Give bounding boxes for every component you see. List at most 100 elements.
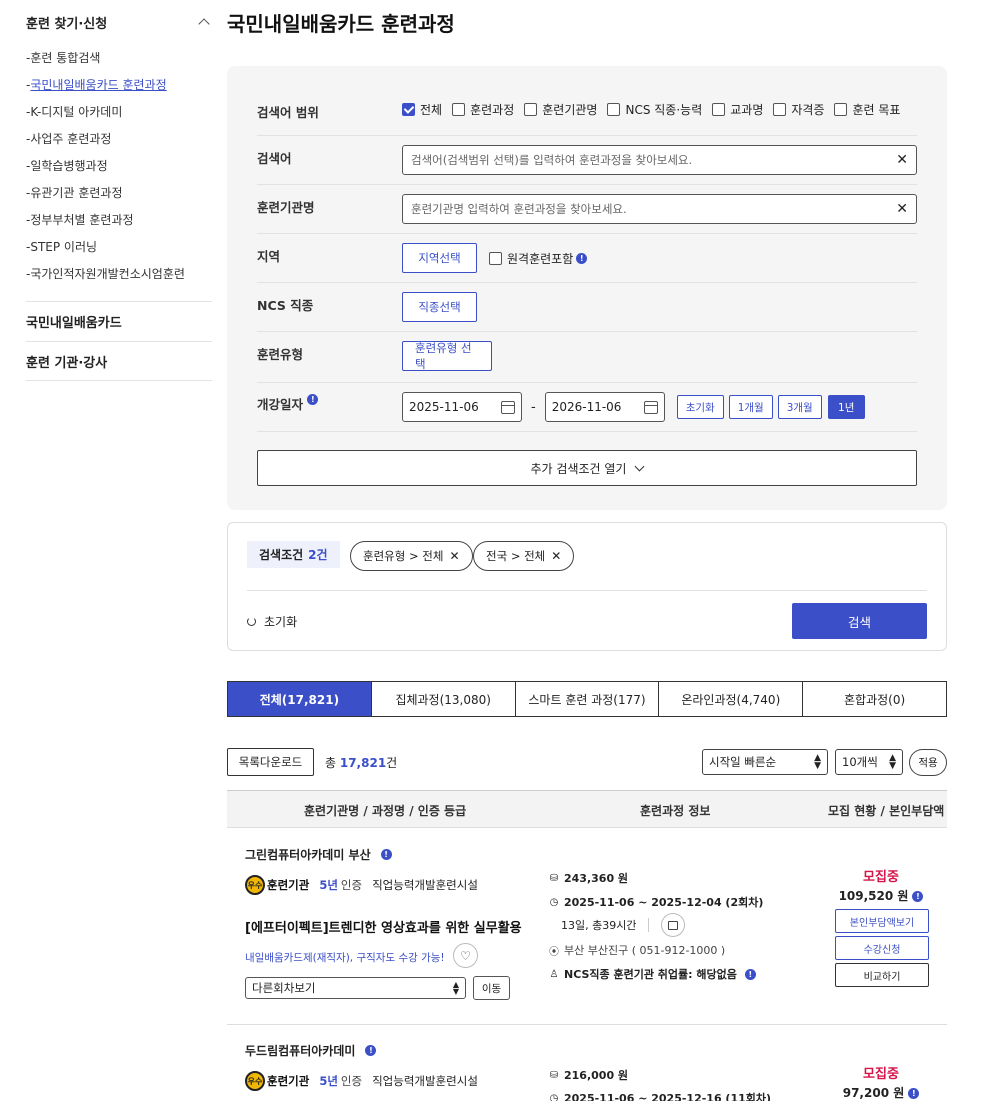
- filter-panel: 검색어 범위 전체 훈련과정 훈련기관명 NCS 직종·능력 교과명 자격증 훈…: [227, 66, 947, 510]
- course-item: 두드림컴퓨터아카데미! 우수 훈련기관 5년 인증 직업능력개발훈련시설 ⛁ 21…: [227, 1025, 947, 1101]
- info-icon[interactable]: !: [744, 968, 756, 980]
- updown-icon: ▲ ▼: [889, 753, 896, 771]
- institution-label: 두드림컴퓨터아카데미: [245, 1044, 356, 1058]
- info-icon[interactable]: !: [576, 252, 588, 264]
- date-from-input[interactable]: 2025-11-06: [402, 392, 522, 422]
- tab-smart[interactable]: 스마트 훈련 과정(177): [516, 682, 660, 716]
- region-select-button[interactable]: 지역선택: [402, 243, 477, 273]
- type-select-button[interactable]: 훈련유형 선택: [402, 341, 492, 371]
- certification-badge: 우수 훈련기관 5년 인증 직업능력개발훈련시설: [245, 875, 478, 895]
- filter-row-scope: 검색어 범위 전체 훈련과정 훈련기관명 NCS 직종·능력 교과명 자격증 훈…: [257, 66, 917, 136]
- institution-input[interactable]: 훈련기관명 입력하여 훈련과정을 찾아보세요. ✕: [402, 194, 917, 224]
- sidebar-item-integrated-search[interactable]: - 훈련 통합검색: [26, 44, 212, 71]
- more-conditions-button[interactable]: 추가 검색조건 열기: [257, 450, 917, 486]
- person-icon: ♙: [549, 968, 559, 980]
- scope-checkbox-course[interactable]: 훈련과정: [452, 101, 514, 118]
- ncs-select-button[interactable]: 직종선택: [402, 292, 477, 322]
- total-prefix: 총: [325, 756, 340, 770]
- updown-icon: ▲ ▼: [814, 753, 821, 771]
- sidebar-item-work-study[interactable]: - 일학습병행과정: [26, 152, 212, 179]
- period-1month-button[interactable]: 1개월: [728, 395, 773, 419]
- scope-checkbox-license[interactable]: 자격증: [773, 101, 824, 118]
- calendar-button[interactable]: [661, 913, 686, 937]
- course-title[interactable]: [에프터이펙트]트렌디한 영상효과를 위한 실무활용: [245, 917, 522, 936]
- filter-row-institution: 훈련기관명 훈련기관명 입력하여 훈련과정을 찾아보세요. ✕: [257, 185, 917, 234]
- info-icon[interactable]: !: [380, 849, 392, 860]
- sidebar-section-find-training[interactable]: 훈련 찾기·신청: [26, 0, 212, 44]
- region-controls: 지역선택 원격훈련포함!: [402, 243, 597, 273]
- clock-icon: ◷: [549, 896, 559, 908]
- sidebar-item-consortium[interactable]: - 국가인적자원개발컨소시엄훈련: [26, 260, 212, 287]
- close-icon[interactable]: ✕: [449, 549, 459, 563]
- period-3month-button[interactable]: 3개월: [777, 395, 822, 419]
- checkbox-icon: [712, 103, 726, 116]
- sidebar-item-related-agency[interactable]: - 유관기관 훈련과정: [26, 179, 212, 206]
- condition-chip-type[interactable]: 훈련유형 > 전체 ✕: [350, 541, 473, 571]
- period-reset-button[interactable]: 초기화: [676, 395, 724, 419]
- scope-options: 전체 훈련과정 훈련기관명 NCS 직종·능력 교과명 자격증 훈련 목표: [402, 101, 910, 118]
- recruit-status: 모집중 97,200 원!: [826, 1063, 936, 1101]
- conditions-label: 검색조건 2건: [247, 541, 340, 568]
- tab-all[interactable]: 전체(17,821): [228, 682, 372, 716]
- info-icon[interactable]: !: [908, 1088, 920, 1099]
- sort-value: 시작일 빠른순: [709, 755, 777, 769]
- scope-checkbox-goal[interactable]: 훈련 목표: [834, 101, 900, 118]
- tab-classroom[interactable]: 집체과정(13,080): [372, 682, 516, 716]
- sort-select[interactable]: 시작일 빠른순 ▲ ▼: [702, 749, 828, 775]
- close-icon[interactable]: ✕: [896, 152, 908, 168]
- info-icon[interactable]: !: [307, 394, 319, 405]
- remote-checkbox[interactable]: 원격훈련포함!: [489, 250, 588, 267]
- heart-icon[interactable]: ♡: [453, 943, 478, 968]
- tab-online[interactable]: 온라인과정(4,740): [659, 682, 804, 716]
- info-icon[interactable]: !: [365, 1045, 377, 1056]
- sidebar-section-card[interactable]: 국민내일배움카드: [26, 301, 212, 341]
- badge-tag: 훈련기관: [267, 1074, 310, 1088]
- scope-checkbox-institution[interactable]: 훈련기관명: [524, 101, 597, 118]
- calendar-icon[interactable]: [501, 400, 515, 414]
- course-period: ◷ 2025-11-06 ~ 2025-12-16 (11회차): [548, 1090, 771, 1101]
- sidebar-item-label: 일학습병행과정: [30, 159, 108, 173]
- reset-button[interactable]: 초기화: [247, 613, 297, 630]
- calendar-icon[interactable]: [643, 400, 658, 414]
- page-size-select[interactable]: 10개씩 ▲ ▼: [835, 749, 903, 775]
- date-to-input[interactable]: 2026-11-06: [544, 392, 665, 422]
- sidebar-item-label: 국민내일배움카드 훈련과정: [30, 78, 167, 92]
- apply-button[interactable]: 적용: [909, 749, 947, 776]
- status-badge: 모집중: [863, 870, 899, 885]
- checkbox-icon: [607, 103, 621, 116]
- tab-blended[interactable]: 혼합과정(0): [803, 682, 946, 716]
- location-icon: ⦿: [549, 946, 559, 958]
- search-button[interactable]: 검색: [792, 603, 927, 639]
- institution-name[interactable]: 두드림컴퓨터아카데미!: [245, 1042, 377, 1059]
- scope-checkbox-subject[interactable]: 교과명: [712, 101, 763, 118]
- enroll-button[interactable]: 수강신청: [835, 936, 929, 960]
- move-button[interactable]: 이동: [473, 976, 510, 1000]
- days-value: 13일, 총39시간: [561, 919, 637, 932]
- round-select-value: 다른회차보기: [252, 981, 316, 995]
- sidebar-item-k-digital[interactable]: - K-디지털 아카데미: [26, 98, 212, 125]
- chevron-down-icon: [635, 461, 645, 471]
- download-list-button[interactable]: 목록다운로드: [227, 748, 314, 776]
- status-badge: 모집중: [863, 1067, 899, 1082]
- close-icon[interactable]: ✕: [896, 201, 908, 217]
- sidebar-section-institutions[interactable]: 훈련 기관·강사: [26, 341, 212, 381]
- filter-label: 검색어: [257, 151, 292, 166]
- sidebar-item-card-courses[interactable]: - 국민내일배움카드 훈련과정: [26, 71, 212, 98]
- round-select[interactable]: 다른회차보기 ▲ ▼: [245, 977, 466, 999]
- sidebar-list: - 훈련 통합검색 - 국민내일배움카드 훈련과정 - K-디지털 아카데미 - 사업주…: [26, 44, 212, 301]
- scope-checkbox-ncs[interactable]: NCS 직종·능력: [607, 101, 702, 118]
- close-icon[interactable]: ✕: [551, 549, 561, 563]
- date-value: 2025-11-06: [409, 400, 479, 414]
- period-1year-button[interactable]: 1년: [827, 395, 865, 419]
- chip-label: 훈련유형 > 전체: [363, 549, 444, 563]
- sidebar-item-ministry[interactable]: - 정부부처별 훈련과정: [26, 206, 212, 233]
- compare-button[interactable]: 비교하기: [835, 963, 929, 987]
- info-icon[interactable]: !: [912, 891, 924, 902]
- sidebar-item-step[interactable]: - STEP 이러닝: [26, 233, 212, 260]
- condition-chip-region[interactable]: 전국 > 전체 ✕: [473, 541, 575, 571]
- sidebar-item-employer[interactable]: - 사업주 훈련과정: [26, 125, 212, 152]
- self-pay-view-button[interactable]: 본인부담액보기: [835, 909, 929, 933]
- institution-name[interactable]: 그린컴퓨터아카데미 부산!: [245, 846, 392, 863]
- keyword-input[interactable]: 검색어(검색범위 선택)를 입력하여 훈련과정을 찾아보세요. ✕: [402, 145, 917, 175]
- scope-checkbox-all[interactable]: 전체: [402, 101, 442, 118]
